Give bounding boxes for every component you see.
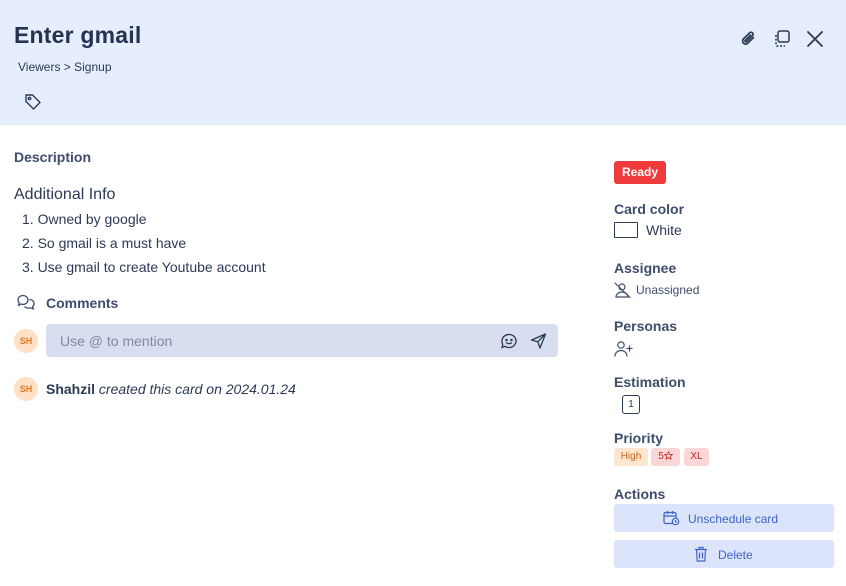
user-off-icon: [614, 282, 631, 299]
assignee-selector[interactable]: Unassigned: [614, 282, 699, 299]
user-plus-icon[interactable]: [614, 340, 634, 357]
activity-entry: Shahzil created this card on 2024.01.24: [46, 381, 296, 397]
emoji-icon[interactable]: [500, 333, 518, 349]
tag-icon[interactable]: [23, 92, 43, 112]
priority-score-chip[interactable]: 5: [651, 448, 680, 466]
comments-label: Comments: [46, 295, 119, 311]
card-color-label: Card color: [614, 201, 685, 217]
attachment-icon[interactable]: [738, 28, 760, 50]
description-list: 1. Owned by google 2. So gmail is a must…: [22, 210, 266, 282]
description-heading: Additional Info: [14, 186, 116, 203]
estimation-value[interactable]: 1: [622, 395, 640, 414]
comment-composer: [46, 324, 558, 357]
close-icon[interactable]: [804, 28, 826, 50]
card-header: Enter gmail Viewers > Signup: [0, 0, 846, 125]
delete-button[interactable]: Delete: [614, 540, 834, 568]
list-item: 3. Use gmail to create Youtube account: [22, 259, 266, 275]
unschedule-card-label: Unschedule card: [688, 512, 779, 526]
avatar: SH: [14, 329, 38, 353]
trash-icon: [695, 546, 707, 562]
card-title[interactable]: Enter gmail: [14, 22, 141, 49]
comment-input[interactable]: [46, 324, 486, 357]
list-item: 1. Owned by google: [22, 211, 147, 227]
card-color-swatch[interactable]: [614, 222, 638, 238]
priority-size-chip[interactable]: XL: [684, 448, 709, 466]
personas-label: Personas: [614, 318, 678, 334]
copy-icon[interactable]: [771, 28, 793, 50]
send-icon[interactable]: [530, 333, 547, 349]
status-badge[interactable]: Ready: [614, 161, 666, 184]
card-color-value[interactable]: White: [646, 222, 682, 238]
breadcrumb[interactable]: Viewers > Signup: [18, 60, 112, 74]
activity-text: created this card on 2024.01.24: [98, 381, 296, 397]
assignee-value: Unassigned: [636, 283, 700, 297]
priority-level-chip[interactable]: High: [614, 448, 648, 466]
list-item: 2. So gmail is a must have: [22, 235, 187, 251]
description-label: Description: [14, 149, 92, 165]
estimation-label: Estimation: [614, 374, 686, 390]
star-icon: [663, 450, 674, 460]
priority-label: Priority: [614, 430, 664, 446]
delete-label: Delete: [718, 548, 753, 562]
actions-label: Actions: [614, 486, 666, 502]
activity-user: Shahzil: [46, 381, 96, 397]
unschedule-card-button[interactable]: Unschedule card: [614, 504, 834, 532]
comments-icon: [16, 293, 36, 311]
assignee-label: Assignee: [614, 260, 677, 276]
avatar: SH: [14, 377, 38, 401]
calendar-clock-icon: [663, 511, 680, 526]
